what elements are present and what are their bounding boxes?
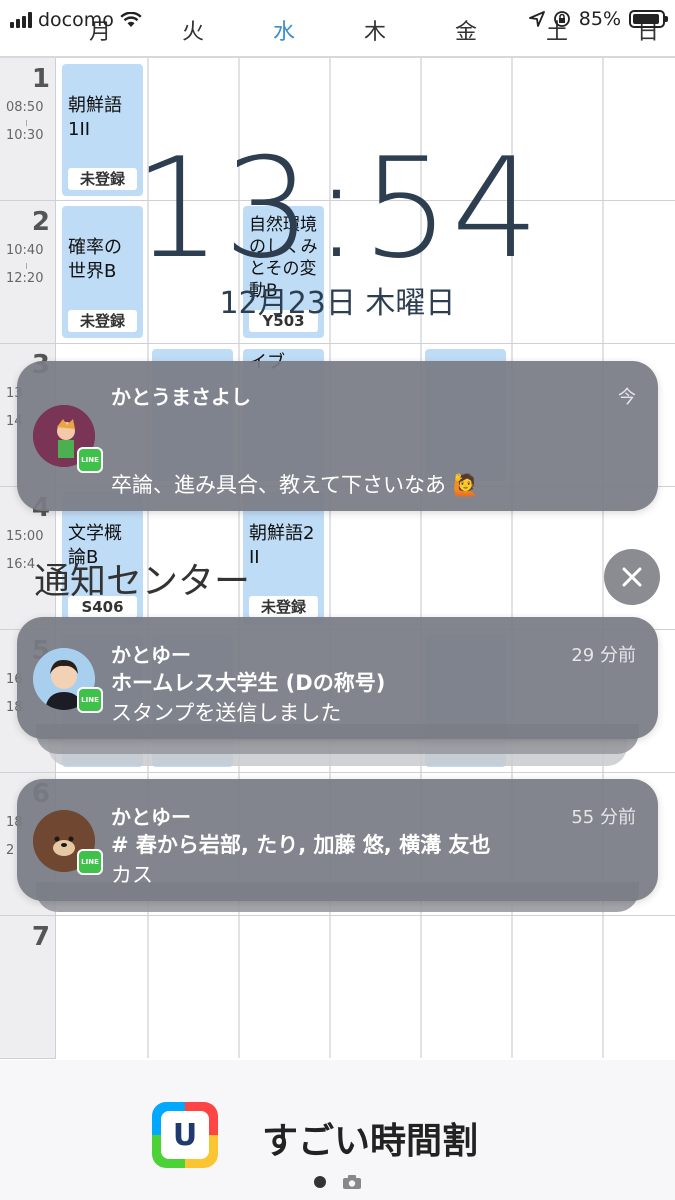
notification-message: カス bbox=[111, 863, 153, 887]
class-cell[interactable]: 朝鮮語2 II 未登録 bbox=[243, 492, 324, 624]
notification-center-label: 通知センター bbox=[34, 561, 251, 602]
orientation-lock-icon bbox=[553, 11, 570, 27]
battery-percent: 85% bbox=[578, 8, 621, 30]
app-widget-bar: U すごい時間割 bbox=[0, 1060, 675, 1200]
period-start: 15:00 bbox=[6, 529, 44, 544]
lock-screen-time: 13:54 bbox=[133, 128, 542, 289]
period-separator bbox=[26, 120, 27, 126]
line-app-icon: LINE bbox=[77, 447, 103, 473]
line-app-icon: LINE bbox=[77, 849, 103, 875]
camera-icon[interactable] bbox=[342, 1174, 362, 1190]
notification-message: 卒論、進み具合、教えて下さいなあ 🙋 bbox=[111, 473, 479, 497]
notification-subtitle: # 春から岩部, たり, 加藤 悠, 横溝 友也 bbox=[111, 833, 491, 857]
line-app-icon: LINE bbox=[77, 687, 103, 713]
battery-icon bbox=[629, 10, 668, 28]
notification-subtitle: ホームレス大学生 (Dの称号) bbox=[111, 671, 386, 695]
notification-time: 今 bbox=[618, 387, 636, 408]
class-room: 未登録 bbox=[249, 596, 318, 618]
notification-card[interactable]: LINE かとうまさよし 今 卒論、進み具合、教えて下さいなあ 🙋 bbox=[17, 361, 658, 511]
page-dot bbox=[314, 1176, 326, 1188]
period-end: 16:4 bbox=[6, 557, 36, 572]
lock-screen-date: 12月23日 木曜日 bbox=[219, 286, 456, 321]
period-end: 2 bbox=[6, 843, 15, 858]
class-name: 朝鮮語2 II bbox=[249, 523, 315, 568]
notification-time: 29 分前 bbox=[571, 645, 636, 666]
notification-card[interactable]: LINE かとゆー 29 分前 ホームレス大学生 (Dの称号) スタンプを送信し… bbox=[17, 617, 658, 739]
location-arrow-icon bbox=[528, 11, 545, 27]
notification-card[interactable]: LINE かとゆー 55 分前 # 春から岩部, たり, 加藤 悠, 横溝 友也… bbox=[17, 779, 658, 901]
grid-line bbox=[56, 915, 675, 916]
carrier-name: docomo bbox=[38, 9, 114, 31]
app-icon-letter: U bbox=[161, 1111, 209, 1159]
grid-line bbox=[56, 343, 675, 344]
app-icon[interactable]: U bbox=[152, 1102, 218, 1168]
notification-sender: かとうまさよし bbox=[111, 385, 251, 409]
app-name: すごい時間割 bbox=[262, 1121, 479, 1162]
signal-icon bbox=[10, 12, 32, 28]
period-number: 1 bbox=[31, 64, 50, 94]
notification-sender: かとゆー bbox=[111, 805, 191, 829]
period-7: 7 bbox=[0, 916, 56, 1059]
notification-time: 55 分前 bbox=[571, 807, 636, 828]
page-indicator bbox=[314, 1174, 362, 1190]
period-start: 08:50 bbox=[6, 100, 44, 115]
notification-sender: かとゆー bbox=[111, 643, 191, 667]
grid-line bbox=[56, 772, 675, 773]
notification-message: スタンプを送信しました bbox=[111, 701, 342, 725]
close-icon[interactable] bbox=[604, 549, 660, 605]
wifi-icon bbox=[120, 12, 142, 27]
status-bar: docomo 85% bbox=[0, 0, 675, 40]
period-number: 7 bbox=[31, 922, 50, 952]
